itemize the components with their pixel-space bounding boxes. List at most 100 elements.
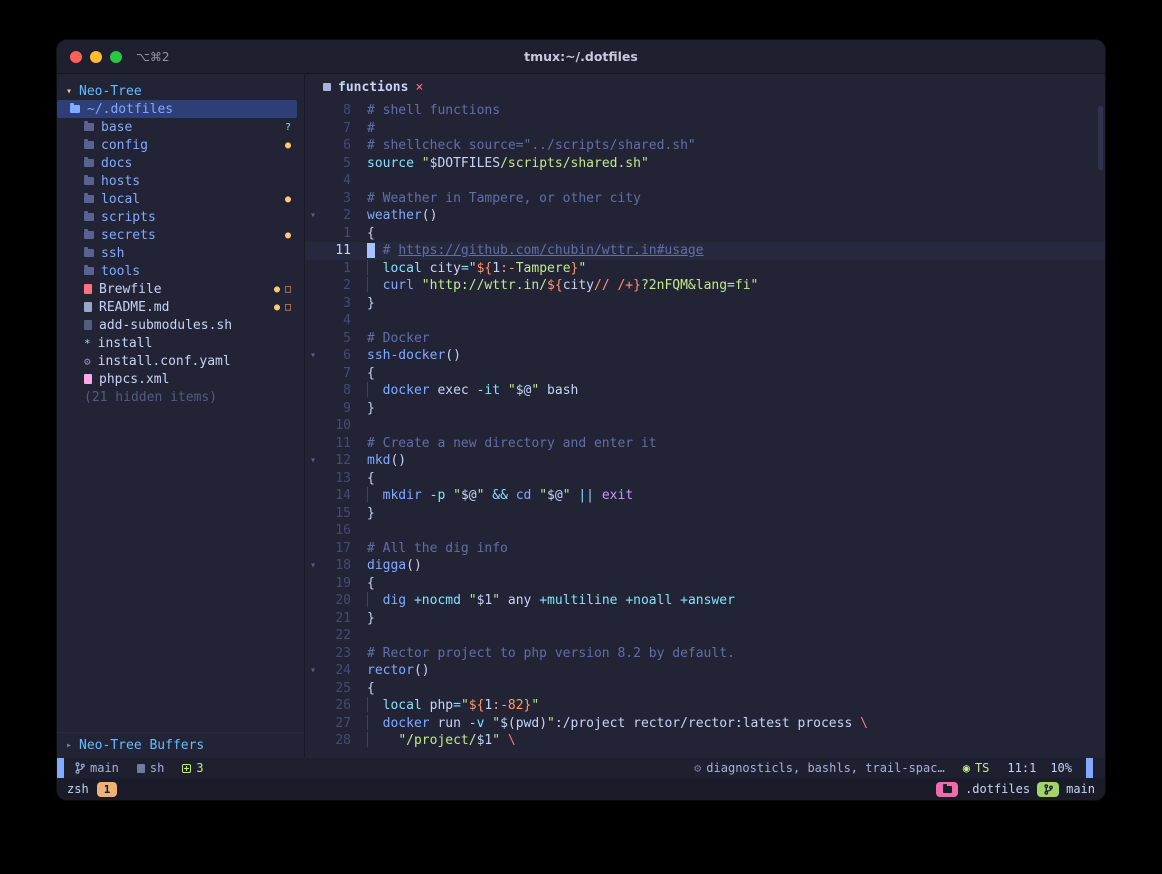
code-line[interactable]: 11 # https://github.com/chubin/wttr.in#u… <box>305 242 1105 260</box>
fold-chevron-icon[interactable]: ▾ <box>305 452 321 470</box>
code-line[interactable]: ▾12mkd() <box>305 452 1105 470</box>
code-line[interactable]: 28▏ "/project/$1" \ <box>305 732 1105 750</box>
code-line[interactable]: 16 <box>305 522 1105 540</box>
code-line[interactable]: 23# Rector project to php version 8.2 by… <box>305 645 1105 663</box>
code-line[interactable]: ▾24rector() <box>305 662 1105 680</box>
code-line[interactable]: 9} <box>305 400 1105 418</box>
tree-item-label: README.md <box>99 300 169 315</box>
git-status-badge: □ <box>285 302 291 313</box>
code-line[interactable]: 4 <box>305 172 1105 190</box>
titlebar[interactable]: ⌥⌘2 tmux:~/.dotfiles <box>57 40 1105 74</box>
badge-group: ●□ <box>274 302 291 313</box>
filetype-icon <box>137 764 145 773</box>
code-line[interactable]: 19{ <box>305 575 1105 593</box>
code-line[interactable]: 8▏ docker exec -it "$@" bash <box>305 382 1105 400</box>
tree-item-local[interactable]: local● <box>57 190 304 208</box>
line-number: 19 <box>321 575 351 593</box>
code-line[interactable]: 7# <box>305 120 1105 138</box>
minimize-window-button[interactable] <box>90 51 102 63</box>
code-line[interactable]: 2▏ curl "http://wttr.in/${city// /+}?2nF… <box>305 277 1105 295</box>
code-line[interactable]: 4 <box>305 312 1105 330</box>
code-line[interactable]: 3} <box>305 295 1105 313</box>
tree-item-install[interactable]: *install <box>57 334 304 352</box>
git-status-badge: ● <box>274 302 280 313</box>
scrollbar-thumb[interactable] <box>1098 106 1103 170</box>
fold-chevron-icon[interactable]: ▾ <box>305 557 321 575</box>
code-line[interactable]: 27▏ docker run -v "$(pwd)":/project rect… <box>305 715 1105 733</box>
tab-functions[interactable]: functions × <box>315 74 431 100</box>
fold-chevron-icon[interactable]: ▾ <box>305 207 321 225</box>
code-line[interactable]: 6# shellcheck source="../scripts/shared.… <box>305 137 1105 155</box>
tree-item-hosts[interactable]: hosts <box>57 172 304 190</box>
fold-chevron-icon[interactable]: ▾ <box>305 662 321 680</box>
code-line[interactable]: 1{ <box>305 225 1105 243</box>
code-line[interactable]: ▾18digga() <box>305 557 1105 575</box>
zoom-window-button[interactable] <box>110 51 122 63</box>
code-text: mkd() <box>351 452 406 470</box>
line-number: 27 <box>321 715 351 733</box>
close-window-button[interactable] <box>70 51 82 63</box>
code-line[interactable]: 11# Create a new directory and enter it <box>305 435 1105 453</box>
code-line[interactable]: 1▏ local city="${1:-Tampere}" <box>305 260 1105 278</box>
tree-item-brewfile[interactable]: Brewfile●□ <box>57 280 304 298</box>
neo-tree-buffers-header[interactable]: ▸ Neo-Tree Buffers <box>57 732 304 758</box>
code-line[interactable]: 25{ <box>305 680 1105 698</box>
code-line[interactable]: 5# Docker <box>305 330 1105 348</box>
code-line[interactable]: 22 <box>305 627 1105 645</box>
code-line[interactable]: 14▏ mkdir -p "$@" && cd "$@" || exit <box>305 487 1105 505</box>
tmux-branch-pill <box>1037 782 1059 797</box>
scroll-percent: 10% <box>1050 761 1072 775</box>
tree-item-docs[interactable]: docs <box>57 154 304 172</box>
code-line[interactable]: 7{ <box>305 365 1105 383</box>
code-line[interactable]: 26▏ local php="${1:-82}" <box>305 697 1105 715</box>
line-number: 1 <box>321 225 351 243</box>
code-text: { <box>351 575 375 593</box>
line-number: 18 <box>321 557 351 575</box>
code-text <box>351 522 367 540</box>
fold-column <box>305 627 321 645</box>
tree-item-scripts[interactable]: scripts <box>57 208 304 226</box>
git-branch-name: main <box>90 761 119 775</box>
code-line[interactable]: 21} <box>305 610 1105 628</box>
tab-close-icon[interactable]: × <box>415 80 423 95</box>
tree-item-phpcs-xml[interactable]: phpcs.xml <box>57 370 304 388</box>
code-line[interactable]: 8# shell functions <box>305 102 1105 120</box>
traffic-lights <box>70 51 122 63</box>
code-line[interactable]: 17# All the dig info <box>305 540 1105 558</box>
code-line[interactable]: 15} <box>305 505 1105 523</box>
git-status-badge: ● <box>285 140 291 151</box>
tree-item-label: hosts <box>101 174 140 189</box>
tree-item-readme-md[interactable]: README.md●□ <box>57 298 304 316</box>
code-line[interactable]: 3# Weather in Tampere, or other city <box>305 190 1105 208</box>
tree-item-base[interactable]: base? <box>57 118 304 136</box>
neo-tree-header[interactable]: ▾ Neo-Tree <box>57 82 304 100</box>
code-line[interactable]: 20▏ dig +nocmd "$1" any +multiline +noal… <box>305 592 1105 610</box>
tree-item-add-submodules-sh[interactable]: add-submodules.sh <box>57 316 304 334</box>
scrollbar[interactable] <box>1098 102 1103 754</box>
badge-group: ● <box>285 230 291 241</box>
tree-root-dotfiles[interactable]: ~/.dotfiles <box>57 100 297 118</box>
code-line[interactable]: ▾2weather() <box>305 207 1105 225</box>
code-text: # Weather in Tampere, or other city <box>351 190 641 208</box>
code-line[interactable]: ▾6ssh-docker() <box>305 347 1105 365</box>
badge-group: ●□ <box>274 284 291 295</box>
tree-item-ssh[interactable]: ssh <box>57 244 304 262</box>
tree-item-label: config <box>101 138 148 153</box>
code-text <box>351 312 367 330</box>
fold-chevron-icon[interactable]: ▾ <box>305 347 321 365</box>
folder-icon <box>84 267 94 275</box>
tree-item-config[interactable]: config ● <box>57 136 304 154</box>
tree-item-secrets[interactable]: secrets● <box>57 226 304 244</box>
tree-item-install-conf-yaml[interactable]: ⚙install.conf.yaml <box>57 352 304 370</box>
tmux-window-badge[interactable]: 1 <box>97 782 118 797</box>
code-line[interactable]: 13{ <box>305 470 1105 488</box>
fold-column <box>305 435 321 453</box>
code-line[interactable]: 10 <box>305 417 1105 435</box>
code-text: rector() <box>351 662 430 680</box>
line-number: 11 <box>321 435 351 453</box>
code-line[interactable]: 5source "$DOTFILES/scripts/shared.sh" <box>305 155 1105 173</box>
code-text: ▏ local php="${1:-82}" <box>351 697 539 715</box>
folder-icon <box>84 123 94 131</box>
tree-item-tools[interactable]: tools <box>57 262 304 280</box>
code-area[interactable]: 8# shell functions7#6# shellcheck source… <box>305 100 1105 758</box>
